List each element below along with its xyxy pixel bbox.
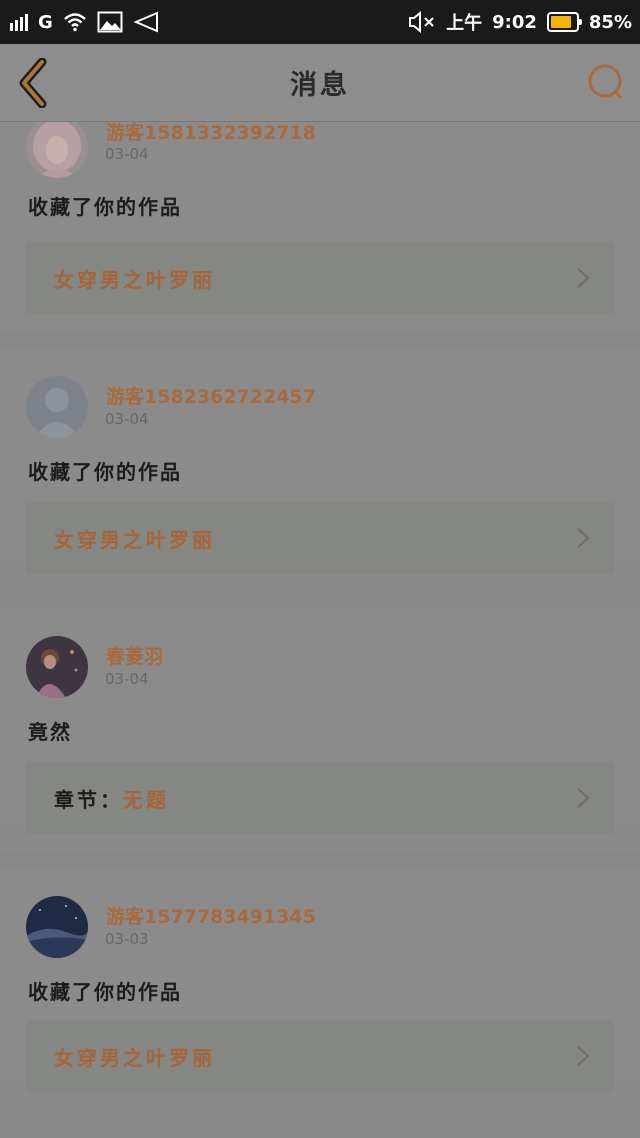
status-bar: G 上午 9:02 85% [0, 0, 640, 44]
message-date: 03-04 [105, 670, 149, 688]
message-card: 游客1581332392718 03-04 收藏了你的作品 女穿男之叶罗丽 [0, 122, 640, 328]
mute-icon [409, 11, 434, 33]
ampm-label: 上午 [446, 13, 483, 34]
work-link[interactable]: 女穿男之叶罗丽 [26, 242, 614, 314]
work-title: 女穿男之叶罗丽 [54, 527, 215, 552]
back-button[interactable] [12, 58, 56, 108]
chevron-right-icon [577, 528, 590, 548]
message-list: 游客1581332392718 03-04 收藏了你的作品 女穿男之叶罗丽 游客… [0, 122, 640, 1138]
share-icon [133, 11, 158, 33]
divider [0, 852, 640, 868]
chapter-title: 无题 [123, 787, 169, 812]
message-text: 收藏了你的作品 [28, 980, 182, 1004]
chevron-right-icon [577, 788, 590, 808]
carrier-label: G [38, 11, 53, 33]
work-link[interactable]: 女穿男之叶罗丽 [26, 502, 614, 574]
page-title: 消息 [290, 70, 350, 101]
divider [0, 1112, 640, 1128]
avatar[interactable] [26, 896, 88, 958]
message-date: 03-04 [105, 145, 149, 163]
chapter-link[interactable]: 章节： 无题 [26, 762, 614, 834]
gallery-icon [97, 11, 123, 33]
message-card: 春菱羽 03-04 竟然 章节： 无题 [0, 610, 640, 834]
avatar[interactable] [26, 122, 88, 178]
work-title: 女穿男之叶罗丽 [54, 267, 215, 292]
chevron-right-icon [577, 268, 590, 288]
chevron-right-icon [577, 1046, 590, 1066]
message-date: 03-04 [105, 410, 149, 428]
username[interactable]: 游客1577783491345 [106, 902, 316, 929]
work-title: 女穿男之叶罗丽 [54, 1045, 215, 1070]
clock: 9:02 [492, 11, 537, 33]
username[interactable]: 春菱羽 [106, 642, 163, 669]
signal-icon [10, 13, 28, 31]
search-button[interactable] [586, 62, 626, 104]
battery-percent: 85% [588, 11, 632, 33]
message-date: 03-03 [105, 930, 149, 948]
avatar[interactable] [26, 636, 88, 698]
username[interactable]: 游客1582362722457 [106, 382, 316, 409]
nav-bar: 消息 [0, 44, 640, 122]
message-card: 游客1577783491345 03-03 收藏了你的作品 女穿男之叶罗丽 [0, 870, 640, 1092]
divider [0, 332, 640, 348]
wifi-icon [63, 13, 86, 32]
message-text: 收藏了你的作品 [28, 460, 182, 484]
message-text: 竟然 [28, 720, 72, 744]
message-text: 收藏了你的作品 [28, 195, 182, 219]
avatar[interactable] [26, 376, 88, 438]
chapter-label: 章节： [54, 787, 123, 812]
divider [0, 592, 640, 608]
username[interactable]: 游客1581332392718 [106, 122, 316, 145]
battery-icon [546, 12, 582, 32]
chevron-left-icon [19, 58, 47, 108]
message-card: 游客1582362722457 03-04 收藏了你的作品 女穿男之叶罗丽 [0, 350, 640, 574]
work-link[interactable]: 女穿男之叶罗丽 [26, 1020, 614, 1092]
